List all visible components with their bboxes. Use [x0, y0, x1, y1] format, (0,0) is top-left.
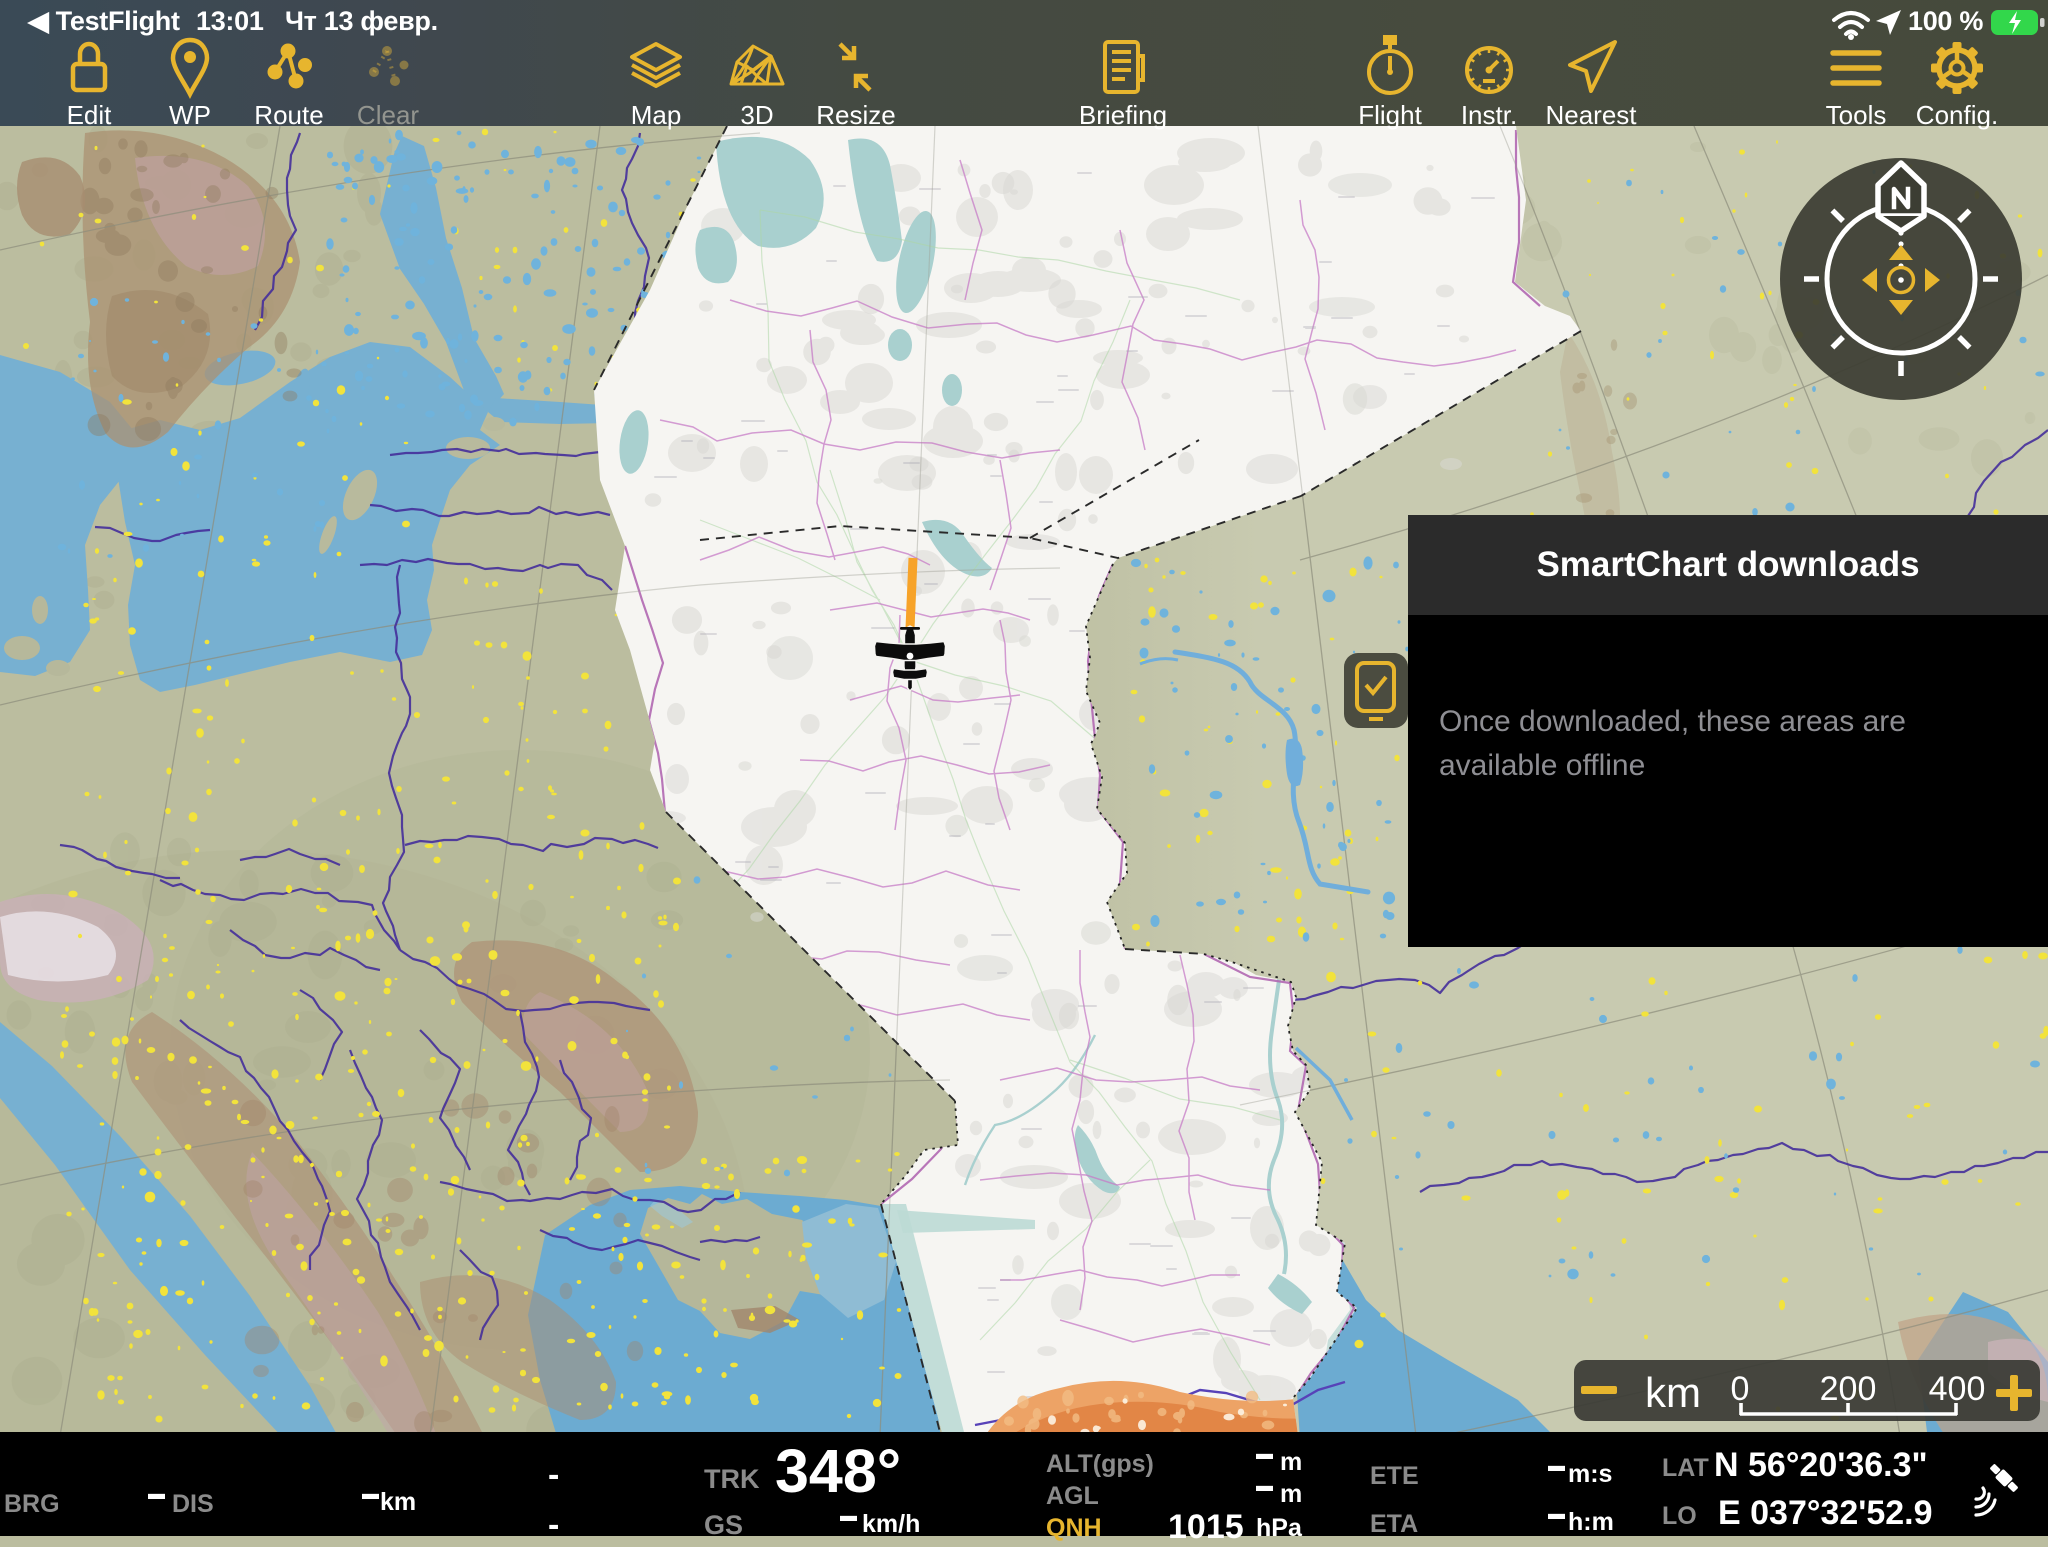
svg-text:400: 400 — [1929, 1370, 1986, 1408]
svg-text:km: km — [1645, 1369, 1701, 1416]
svg-text:200: 200 — [1820, 1370, 1877, 1408]
svg-text:0: 0 — [1731, 1370, 1750, 1408]
